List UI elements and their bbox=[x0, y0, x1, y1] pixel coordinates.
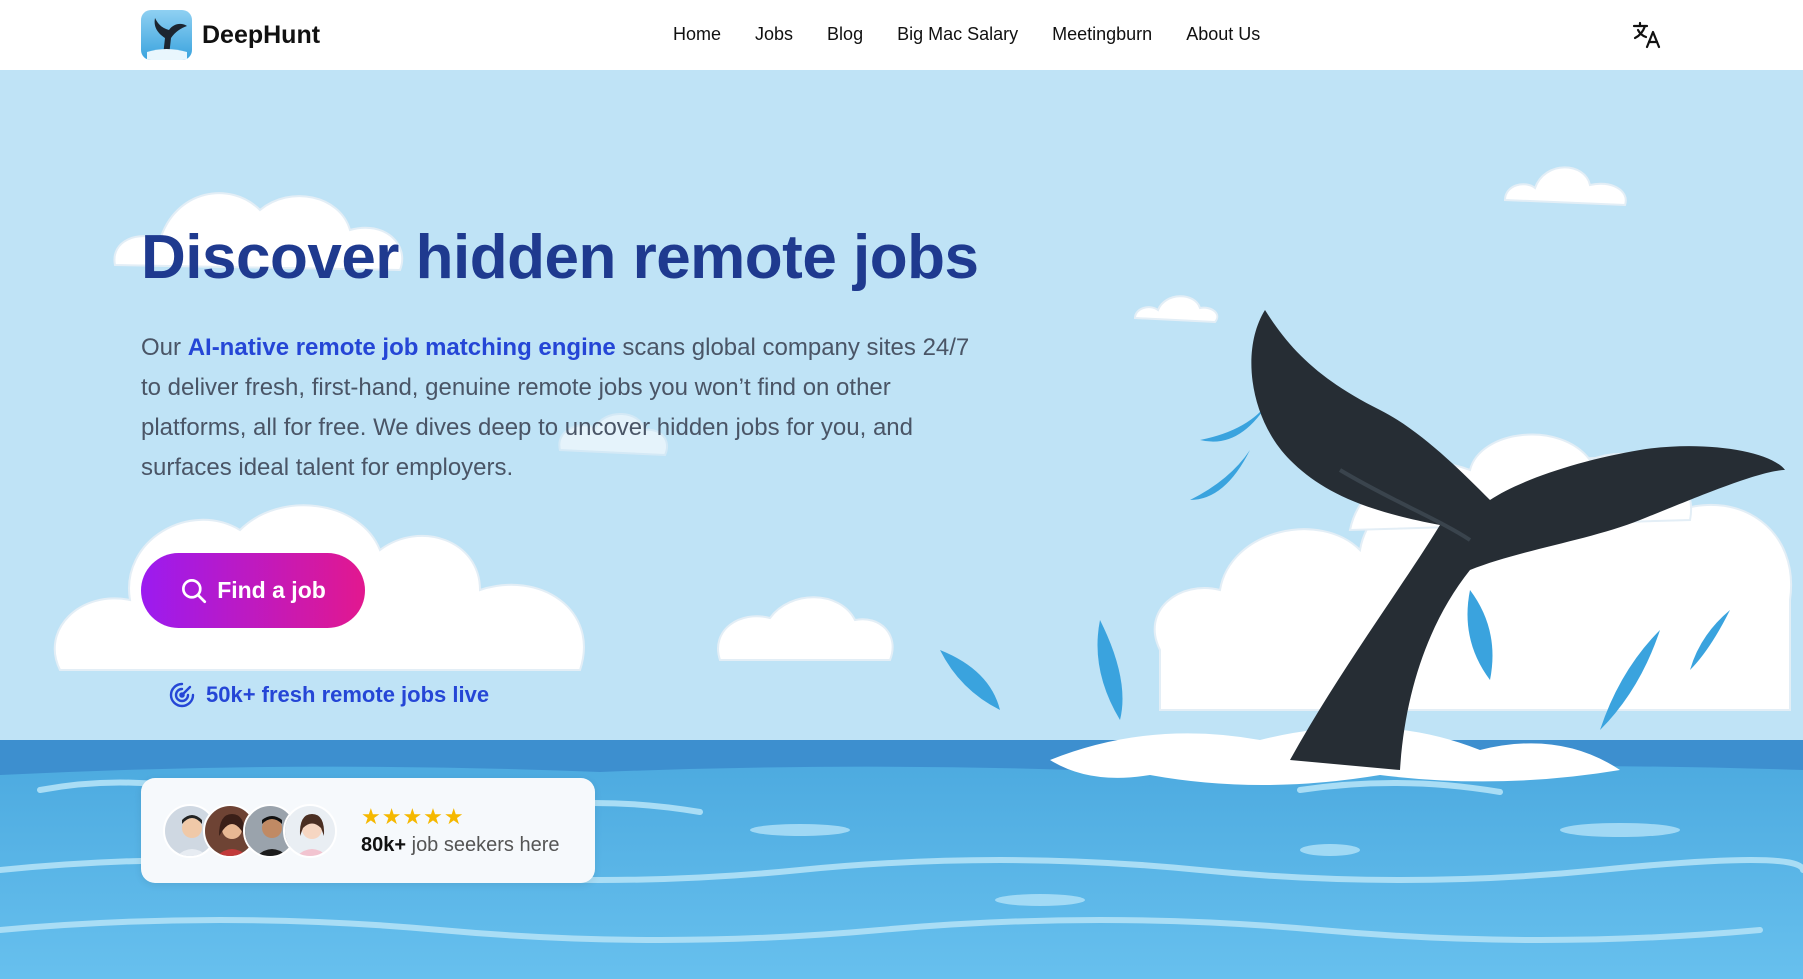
hero-description: Our AI-native remote job matching engine… bbox=[141, 328, 971, 488]
find-a-job-button[interactable]: Find a job bbox=[141, 553, 365, 628]
whale-tail-logo-icon bbox=[141, 10, 192, 60]
job-seekers-count: 80k+ job seekers here bbox=[361, 834, 559, 857]
nav-home[interactable]: Home bbox=[673, 24, 721, 45]
radar-icon bbox=[169, 682, 195, 708]
nav-big-mac-salary[interactable]: Big Mac Salary bbox=[897, 24, 1018, 45]
nav-about-us[interactable]: About Us bbox=[1186, 24, 1260, 45]
nav-blog[interactable]: Blog bbox=[827, 24, 863, 45]
translate-icon[interactable] bbox=[1632, 20, 1662, 50]
search-icon bbox=[182, 579, 207, 604]
nav-jobs[interactable]: Jobs bbox=[755, 24, 793, 45]
job-seekers-info: ★★★★★ 80k+ job seekers here bbox=[361, 804, 559, 857]
live-jobs-text: 50k+ fresh remote jobs live bbox=[206, 682, 490, 707]
hero-headline: Discover hidden remote jobs bbox=[141, 223, 979, 292]
desc-highlight: AI-native remote job matching engine bbox=[187, 334, 616, 361]
brand-logo-link[interactable]: DeepHunt bbox=[141, 10, 320, 60]
nav-meetingburn[interactable]: Meetingburn bbox=[1052, 24, 1152, 45]
avatar-group bbox=[163, 803, 337, 858]
avatar bbox=[283, 803, 337, 858]
live-jobs-indicator: 50k+ fresh remote jobs live bbox=[168, 681, 489, 709]
desc-prefix: Our bbox=[141, 334, 188, 361]
main-nav: Home Jobs Blog Big Mac Salary Meetingbur… bbox=[673, 24, 1260, 45]
brand-name: DeepHunt bbox=[202, 20, 321, 49]
rating-stars-icon: ★★★★★ bbox=[361, 804, 465, 829]
top-navbar: DeepHunt Home Jobs Blog Big Mac Salary M… bbox=[0, 0, 1803, 70]
find-a-job-label: Find a job bbox=[217, 577, 326, 603]
seekers-number: 80k+ bbox=[361, 834, 407, 856]
seekers-label: job seekers here bbox=[406, 834, 560, 856]
hero-section: Discover hidden remote jobs Our AI-nativ… bbox=[0, 70, 1803, 979]
job-seekers-card: ★★★★★ 80k+ job seekers here bbox=[141, 778, 595, 883]
